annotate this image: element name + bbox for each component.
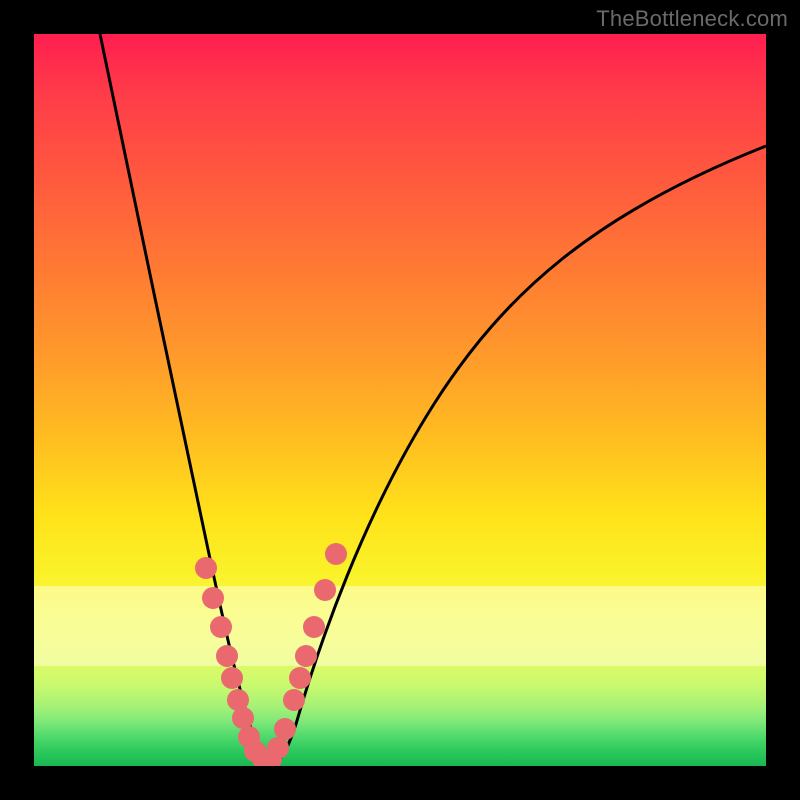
curve-layer (34, 34, 766, 766)
curve-right (269, 146, 766, 765)
attribution-text: TheBottleneck.com (596, 6, 788, 32)
plot-area (34, 34, 766, 766)
marker-dots (195, 543, 347, 766)
chart-frame: TheBottleneck.com (0, 0, 800, 800)
curve-left (100, 34, 269, 765)
